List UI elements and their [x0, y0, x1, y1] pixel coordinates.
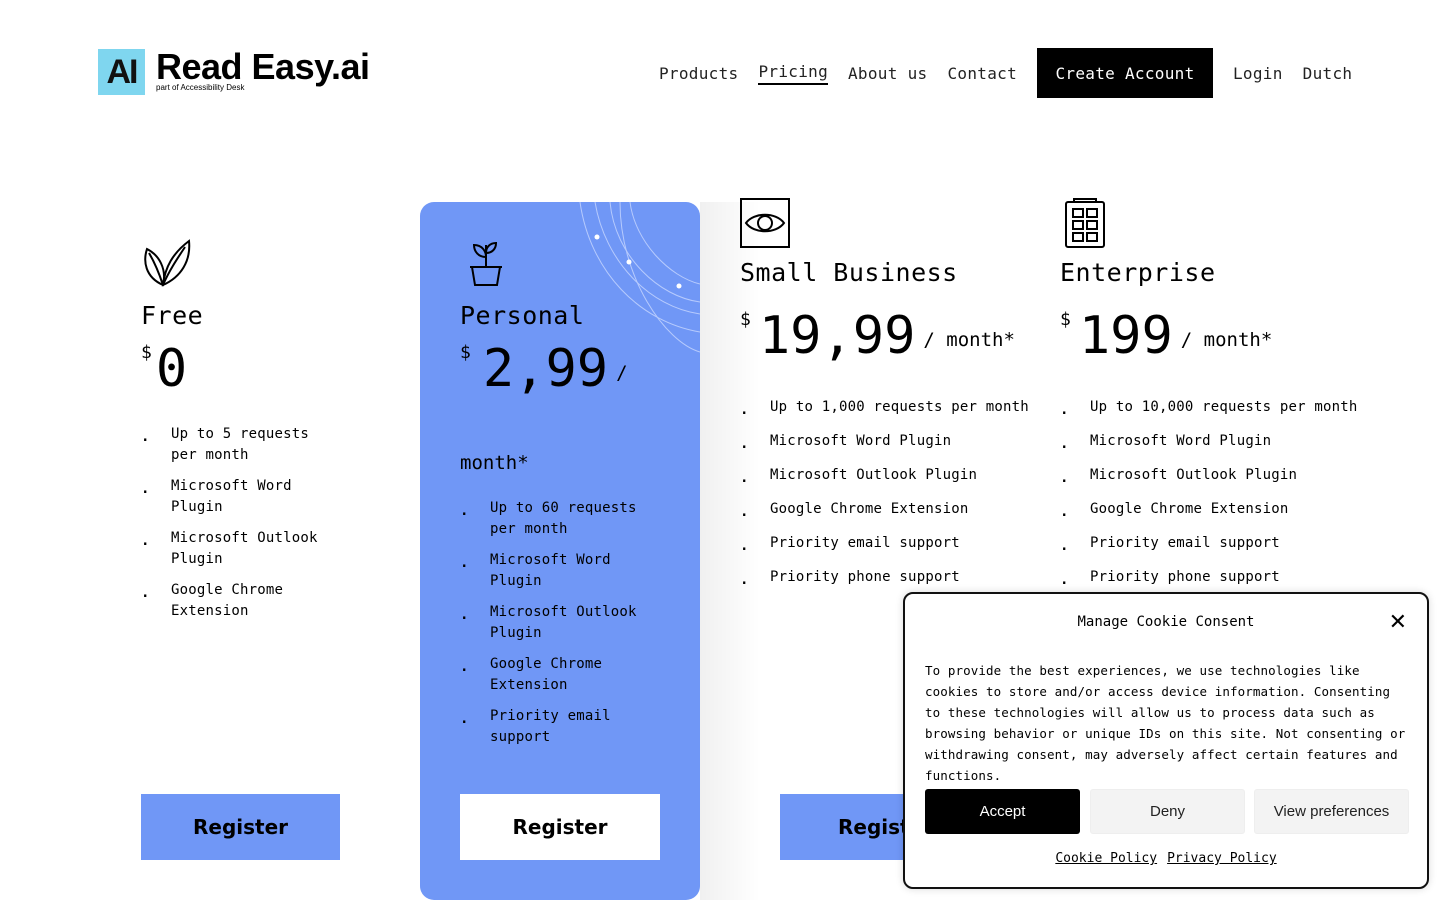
list-item: . Microsoft Outlook Plugin [1060, 467, 1298, 486]
price-amount: 199 [1078, 306, 1173, 366]
logo-mark: AI [98, 49, 145, 95]
currency-symbol: $ [1060, 309, 1071, 330]
currency-symbol: $ [141, 342, 152, 363]
list-item: . Microsoft Outlook Plugin [141, 530, 318, 567]
nav-products[interactable]: Products [659, 64, 738, 83]
price-period: / month* [1180, 329, 1273, 351]
eye-icon [740, 198, 790, 248]
view-preferences-button[interactable]: View preferences [1254, 789, 1409, 834]
feature-list: . Up to 5 requests per month . Microsoft W… [141, 424, 341, 622]
price-amount: 2,99 [482, 339, 609, 399]
privacy-policy-link[interactable]: Privacy Policy [1167, 851, 1277, 866]
plan-price: $ 19,99 / month* [740, 305, 1040, 367]
plan-price: $ 199 / month* [1060, 305, 1380, 367]
register-personal-button[interactable]: Register [460, 794, 660, 860]
list-item: . Microsoft Outlook Plugin [740, 467, 978, 486]
cookie-dialog-body: To provide the best experiences, we use … [925, 663, 1406, 783]
plan-personal: Personal $ 2,99 / month* . Up to 60 reque… [460, 237, 665, 758]
plan-name: Small Business [740, 258, 958, 287]
leaf-icon [144, 239, 191, 287]
plan-free: Free $ 0 . Up to 5 requests per month . Mi… [141, 237, 341, 632]
accept-button[interactable]: Accept [925, 789, 1080, 834]
price-period: / month* [923, 329, 1015, 351]
list-item: . Google Chrome Extension [1060, 501, 1289, 520]
list-item: . Up to 1,000 requests per month [740, 399, 1029, 418]
price-period: / [616, 362, 628, 384]
cookie-dialog-title: Manage Cookie Consent [1077, 614, 1255, 630]
list-item: . Priority email support [740, 535, 960, 554]
feature-list: . Up to 60 requests per month . Microsoft … [460, 498, 665, 748]
language-switch[interactable]: Dutch [1303, 64, 1353, 83]
cookie-policy-link[interactable]: Cookie Policy [1055, 851, 1157, 866]
currency-symbol: $ [740, 309, 751, 330]
plan-name: Enterprise [1060, 258, 1216, 287]
list-item: . Google Chrome Extension [141, 582, 284, 619]
brand-logo[interactable]: AI Read Easy.ai part of Accessibility De… [98, 46, 370, 95]
list-item: . Microsoft Word Plugin [740, 433, 952, 452]
close-icon[interactable]: ✕ [1389, 610, 1407, 635]
nav-contact[interactable]: Contact [947, 64, 1017, 83]
building-icon [1065, 198, 1105, 248]
list-item: . Microsoft Outlook Plugin [460, 604, 637, 641]
plan-small-business: Small Business $ 19,99 / month* . Up to 1… [740, 198, 1040, 601]
feature-list: . Up to 10,000 requests per month . Micros… [1060, 397, 1380, 591]
plan-name: Free [141, 301, 204, 330]
cookie-links: Cookie Policy Privacy Policy [905, 851, 1427, 866]
brand-name: Read Easy.ai [156, 46, 370, 87]
feature-list: . Up to 1,000 requests per month . Microso… [740, 397, 1040, 591]
nav-pricing[interactable]: Pricing [758, 62, 828, 85]
list-item: . Priority email support [1060, 535, 1280, 554]
deny-button[interactable]: Deny [1090, 789, 1245, 834]
nav-about[interactable]: About us [848, 64, 927, 83]
plan-price: $ 2,99 / [460, 338, 665, 400]
list-item: . Google Chrome Extension [460, 656, 603, 693]
list-item: . Microsoft Word Plugin [1060, 433, 1272, 452]
plan-price: $ 0 [141, 338, 341, 400]
list-item: . Up to 60 requests per month [460, 500, 637, 537]
price-amount: 19,99 [758, 306, 916, 366]
nav-login[interactable]: Login [1233, 64, 1283, 83]
brand-subtitle: part of Accessibility Desk [156, 83, 245, 92]
plan-enterprise: Enterprise $ 199 / month* . Up to 10,000 … [1060, 198, 1380, 601]
list-item: . Priority phone support [740, 569, 960, 588]
main-nav: Products Pricing About us Contact Create… [659, 48, 1372, 98]
create-account-button[interactable]: Create Account [1037, 48, 1213, 98]
list-item: . Up to 10,000 requests per month [1060, 399, 1358, 418]
list-item: . Microsoft Word Plugin [141, 478, 292, 515]
plan-name: Personal [460, 301, 585, 330]
price-amount: 0 [155, 339, 188, 399]
list-item: . Microsoft Word Plugin [460, 552, 611, 589]
list-item: . Google Chrome Extension [740, 501, 969, 520]
price-period-wrapped: month* [460, 452, 529, 474]
cookie-consent-dialog: Manage Cookie Consent ✕ To provide the b… [903, 592, 1429, 889]
plant-pot-icon [470, 241, 502, 286]
list-item: . Up to 5 requests per month [141, 426, 310, 463]
currency-symbol: $ [460, 342, 471, 363]
list-item: . Priority phone support [1060, 569, 1280, 588]
list-item: . Priority email support [460, 708, 611, 745]
register-free-button[interactable]: Register [141, 794, 340, 860]
